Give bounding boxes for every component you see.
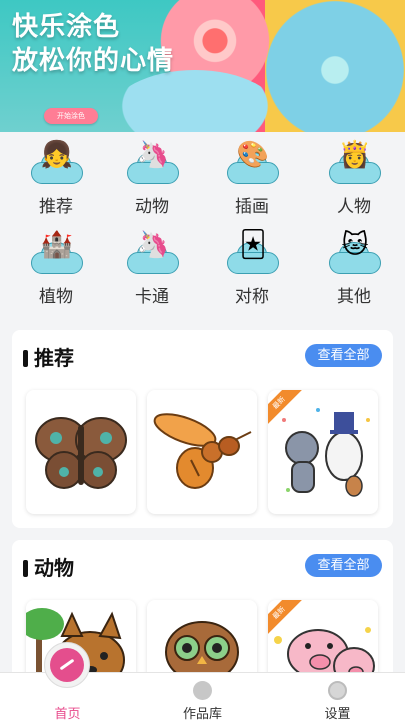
cat-icon: 🐱 [341, 230, 369, 260]
gear-icon [328, 681, 347, 700]
tom-and-jerry-picture [282, 408, 370, 497]
banner-title-line1: 快乐涂色 [12, 12, 121, 42]
brush-icon [50, 648, 84, 682]
tab-label: 设置 [324, 707, 351, 720]
category-item-symmetry[interactable]: 🃏 对称 [212, 228, 292, 308]
hero-banner[interactable]: 快乐涂色 放松你的心情 开始涂色 [0, 0, 405, 132]
category-label: 卡通 [135, 287, 169, 307]
category-item-people[interactable]: 👸 人物 [314, 138, 394, 218]
cartoon-unicorn-icon: 🦄 [136, 230, 170, 260]
category-item-plants[interactable]: 🏰 植物 [16, 228, 96, 308]
cards-icon: 🃏 [239, 230, 267, 260]
category-item-other[interactable]: 🐱 其他 [314, 228, 394, 308]
category-label: 人物 [337, 197, 371, 217]
home-brush-button[interactable] [44, 642, 90, 688]
tab-label: 作品库 [182, 707, 222, 720]
category-label: 植物 [39, 287, 73, 307]
section-marker [23, 560, 28, 577]
princess-icon: 👸 [338, 140, 372, 170]
category-item-cartoon[interactable]: 🦄 卡通 [112, 228, 192, 308]
category-item-illustration[interactable]: 🎨 插画 [212, 138, 292, 218]
unicorn-icon: 🦄 [136, 140, 170, 170]
artwork-card-butterfly[interactable] [26, 390, 136, 514]
category-label: 对称 [235, 287, 269, 307]
tab-gallery[interactable]: 作品库 [135, 673, 270, 720]
category-item-recommend[interactable]: 👧 推荐 [16, 138, 96, 218]
category-label: 动物 [135, 197, 169, 217]
category-grid: 👧 推荐 🦄 动物 🎨 插画 👸 人物 🏰 植物 🦄 卡通 🃏 对称 🐱 其他 [0, 138, 405, 318]
castle-icon: 🏰 [40, 230, 74, 260]
artwork-card-tom-and-jerry[interactable]: 最新 [268, 390, 378, 514]
section-title: 推荐 [34, 346, 74, 370]
gallery-icon [193, 681, 212, 700]
tab-label: 首页 [54, 707, 81, 720]
category-label: 插画 [235, 197, 269, 217]
category-label: 其他 [337, 287, 371, 307]
see-all-button[interactable]: 查看全部 [305, 554, 382, 577]
easel-icon: 🎨 [236, 140, 270, 170]
tab-settings[interactable]: 设置 [270, 673, 405, 720]
start-coloring-button[interactable]: 开始涂色 [44, 108, 98, 124]
section-recommended: 推荐 查看全部 最新 [12, 330, 393, 528]
artwork-card-bee[interactable] [147, 390, 257, 514]
bee-picture [153, 413, 252, 489]
category-item-animals[interactable]: 🦄 动物 [112, 138, 192, 218]
see-all-button[interactable]: 查看全部 [305, 344, 382, 367]
section-marker [23, 350, 28, 367]
category-label: 推荐 [39, 197, 73, 217]
butterfly-picture [35, 417, 127, 489]
banner-title-line2: 放松你的心情 [12, 46, 175, 76]
section-title: 动物 [34, 556, 74, 580]
girl-icon: 👧 [40, 140, 74, 170]
